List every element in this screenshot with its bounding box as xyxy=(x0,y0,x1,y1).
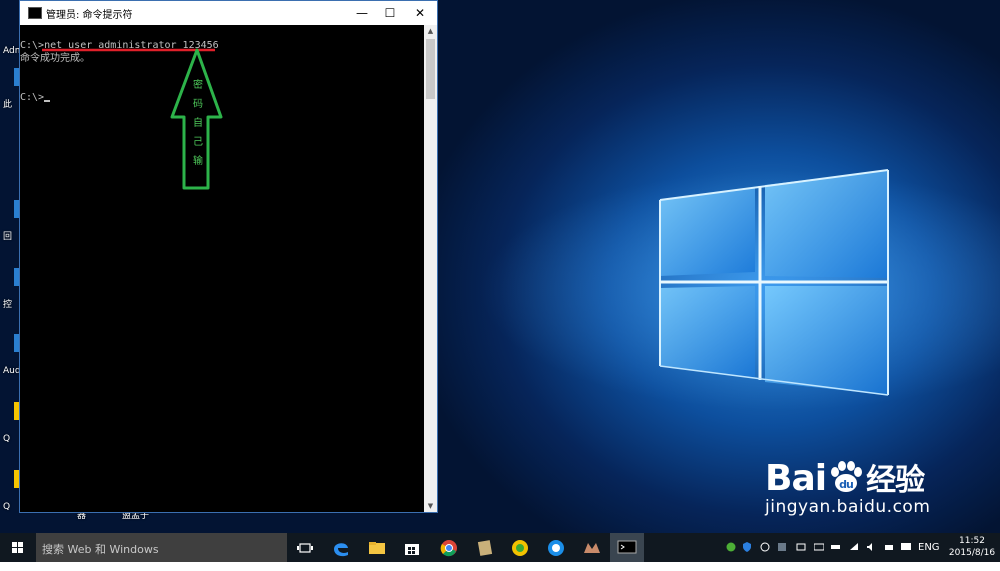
close-button[interactable]: ✕ xyxy=(406,1,434,25)
scroll-down-arrow-icon[interactable]: ▼ xyxy=(424,500,437,512)
app-icon[interactable] xyxy=(474,537,496,559)
maximize-button[interactable]: ☐ xyxy=(376,1,404,25)
search-placeholder: 搜索 Web 和 Windows xyxy=(42,543,159,556)
baidu-paw-icon: du xyxy=(831,461,863,492)
annotation-text: 密 码 自 己 输 xyxy=(193,80,203,167)
scroll-thumb[interactable] xyxy=(426,39,435,99)
action-center-icon[interactable] xyxy=(901,542,911,552)
tray-app-icon[interactable] xyxy=(760,542,770,552)
windows-logo-icon xyxy=(12,542,23,553)
task-view-icon[interactable] xyxy=(294,537,316,559)
taskbar-cmd-button[interactable] xyxy=(610,533,644,562)
window-title: 管理员: 命令提示符 xyxy=(46,10,133,21)
clock[interactable]: 11:52 2015/8/16 xyxy=(944,535,1000,559)
app2-icon[interactable] xyxy=(509,537,531,559)
taskbar: 搜索 Web 和 Windows ENG 11:52 2015/8/16 xyxy=(0,533,1000,562)
cmd-window-icon xyxy=(28,7,42,19)
svg-text:du: du xyxy=(839,478,853,491)
cmd-icon xyxy=(617,540,637,554)
text-cursor xyxy=(44,100,51,102)
edge-icon[interactable] xyxy=(330,537,352,559)
chrome-icon[interactable] xyxy=(438,537,460,559)
start-button[interactable] xyxy=(0,533,36,562)
command-prompt-window[interactable]: 管理员: 命令提示符 — ☐ ✕ C:\>net user administra… xyxy=(19,0,438,513)
search-box[interactable]: 搜索 Web 和 Windows xyxy=(36,533,287,562)
scroll-up-arrow-icon[interactable]: ▲ xyxy=(424,25,437,37)
console-line: C:\>net user administrator 123456 xyxy=(20,40,219,51)
shield-icon[interactable] xyxy=(742,542,752,552)
game-icon[interactable] xyxy=(581,537,603,559)
clock-time: 11:52 xyxy=(959,536,985,546)
printer-icon[interactable] xyxy=(884,542,894,552)
language-indicator[interactable]: ENG xyxy=(918,542,940,571)
network-icon[interactable] xyxy=(849,542,859,552)
baidu-jingyan-watermark: Bai du 经验 jingyan.baidu.com xyxy=(765,458,931,517)
clock-date: 2015/8/16 xyxy=(948,548,996,558)
console-line: 命令成功完成。 xyxy=(20,53,90,64)
console-prompt-line: C:\> xyxy=(20,91,51,104)
360-icon[interactable] xyxy=(726,542,736,552)
qq-icon[interactable] xyxy=(545,537,567,559)
store-icon[interactable] xyxy=(401,537,423,559)
keyboard-icon[interactable] xyxy=(814,542,824,552)
window-titlebar[interactable]: 管理员: 命令提示符 — ☐ ✕ xyxy=(20,1,437,25)
tray-app2-icon[interactable] xyxy=(777,542,787,552)
console-output[interactable]: C:\>net user administrator 123456 命令成功完成… xyxy=(20,35,424,511)
tray-app3-icon[interactable] xyxy=(796,542,806,552)
battery-icon[interactable] xyxy=(831,542,841,552)
minimize-button[interactable]: — xyxy=(348,1,376,25)
vertical-scrollbar[interactable]: ▲ ▼ xyxy=(424,25,437,512)
file-explorer-icon[interactable] xyxy=(366,537,388,559)
volume-icon[interactable] xyxy=(866,542,876,552)
